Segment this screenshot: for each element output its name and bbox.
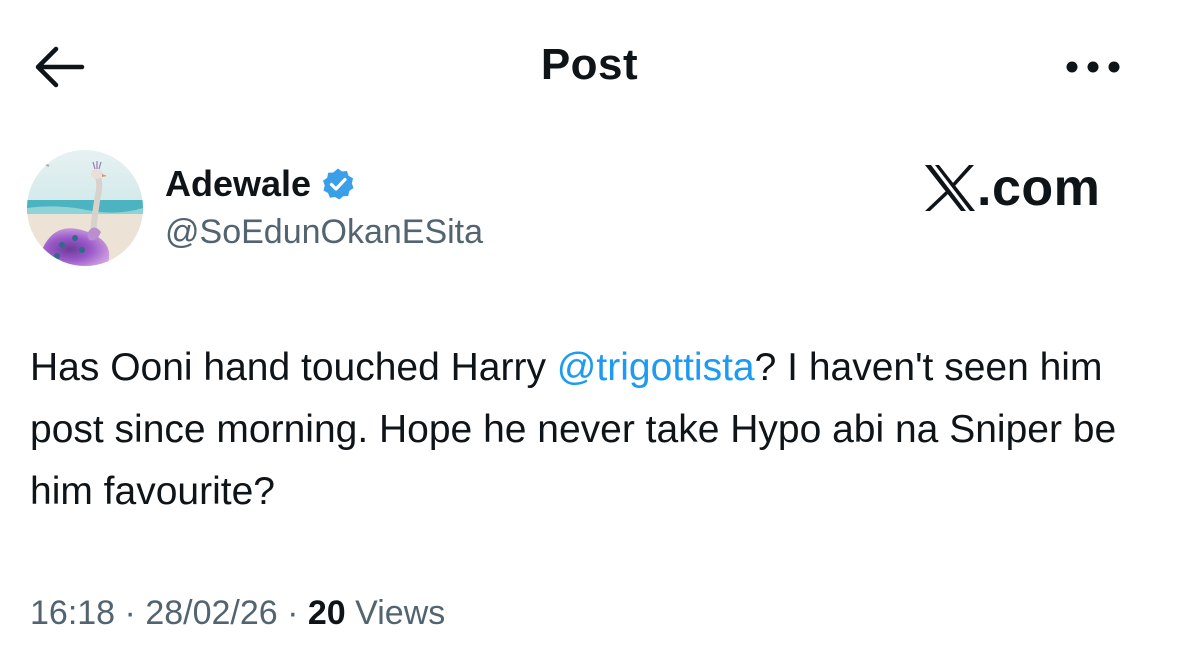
x-logo-icon	[925, 165, 975, 211]
mention-link[interactable]: @trigottista	[557, 346, 755, 389]
top-bar: Post	[0, 0, 1179, 135]
more-options-button[interactable]	[1062, 52, 1128, 82]
post-date: 28/02/26	[145, 594, 278, 632]
post-text-start: Has Ooni hand touched Harry	[30, 346, 557, 389]
post-time: 16:18	[30, 594, 116, 632]
author-name-row[interactable]: Adewale	[165, 163, 355, 205]
display-name[interactable]: Adewale	[165, 163, 311, 205]
post-body: Has Ooni hand touched Harry @trigottista…	[30, 337, 1160, 523]
views-count[interactable]: 20	[308, 594, 346, 632]
page-title: Post	[540, 40, 639, 89]
meta-separator: ·	[115, 594, 146, 632]
more-horizontal-icon	[1066, 61, 1120, 73]
verified-badge-icon	[323, 168, 354, 200]
watermark-text: .com	[977, 159, 1101, 217]
peacock-avatar	[27, 150, 143, 266]
avatar[interactable]	[27, 150, 143, 266]
post-meta: 16:18 · 28/02/26 · 20 Views	[30, 594, 445, 633]
meta-separator: ·	[277, 594, 308, 632]
x-com-watermark: .com	[923, 158, 1100, 218]
views-label: Views	[345, 594, 446, 632]
author-handle[interactable]: @SoEdunOkanESita	[165, 213, 483, 252]
